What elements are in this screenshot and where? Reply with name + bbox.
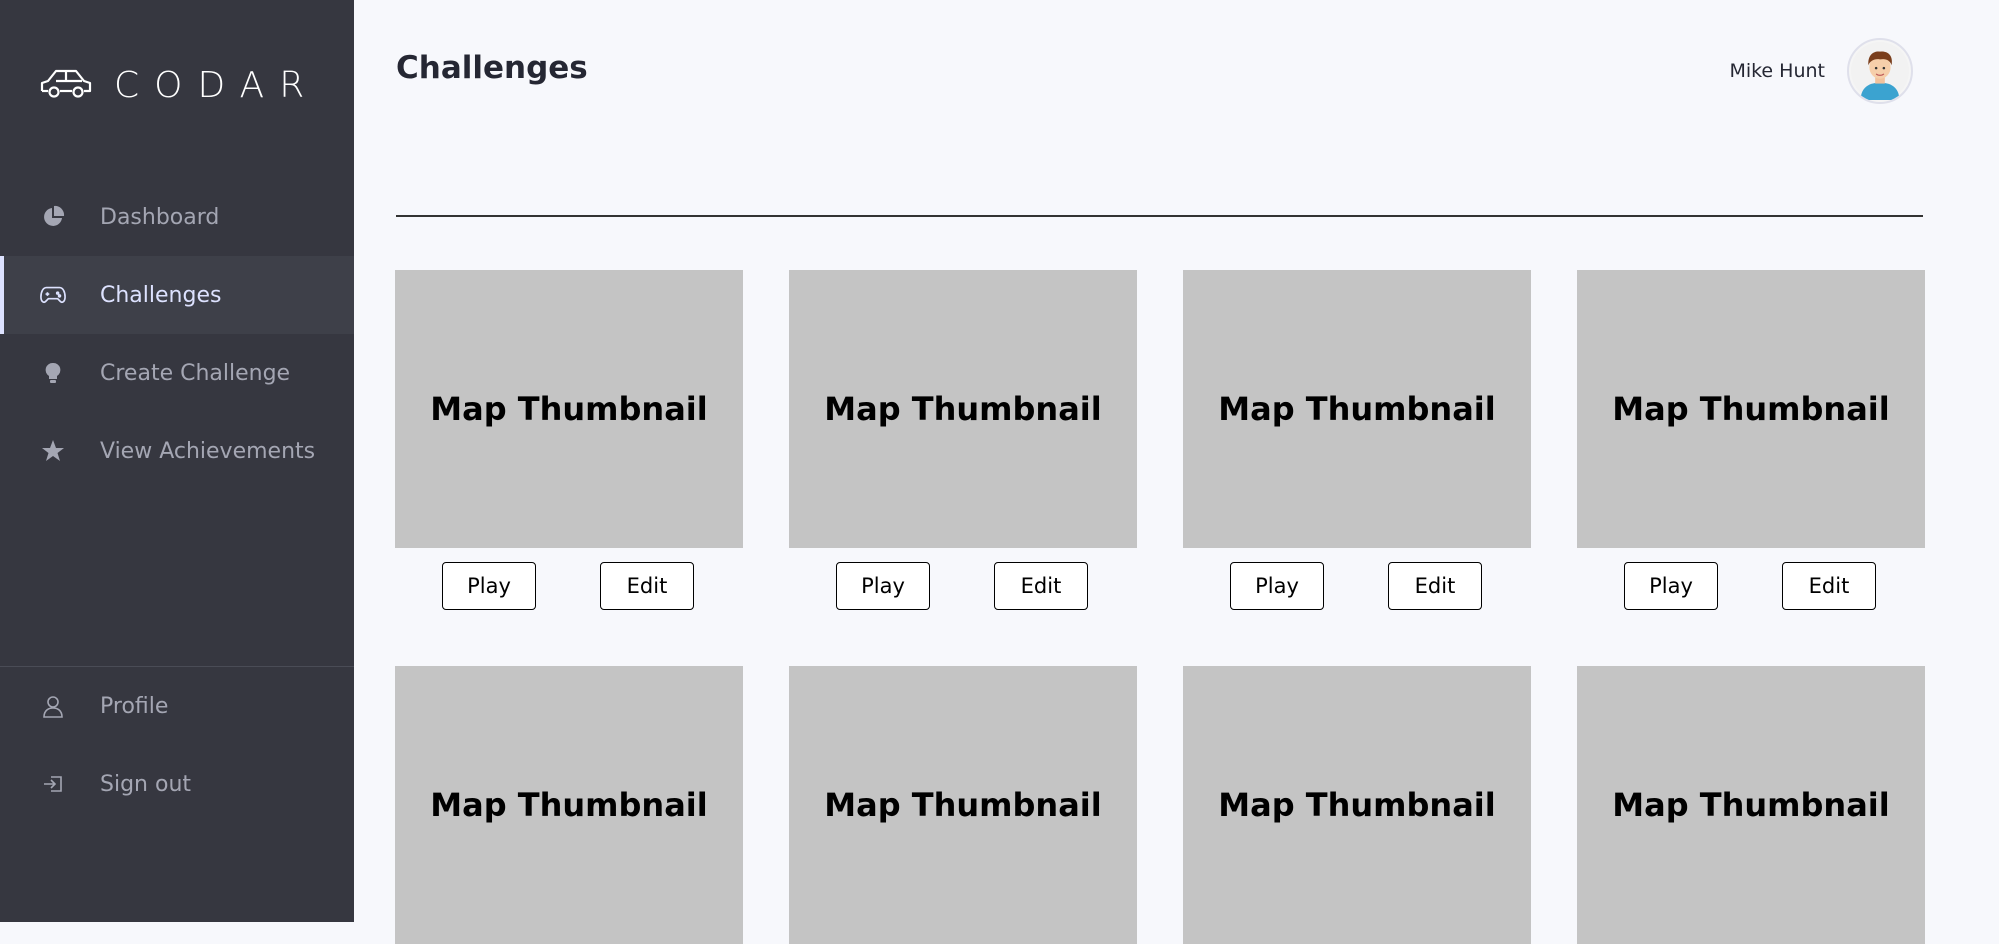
edit-button[interactable]: Edit xyxy=(600,562,694,610)
sidebar-item-challenges[interactable]: Challenges xyxy=(0,256,354,334)
sidebar-item-dashboard[interactable]: Dashboard xyxy=(0,178,354,256)
sidebar-item-create-challenge[interactable]: Create Challenge xyxy=(0,334,354,412)
sidebar-item-view-achievements[interactable]: View Achievements xyxy=(0,412,354,490)
map-thumbnail[interactable]: Map Thumbnail xyxy=(1183,270,1531,548)
sidebar-item-label: Create Challenge xyxy=(100,360,291,386)
sidebar-item-profile[interactable]: Profile xyxy=(0,667,354,745)
play-button[interactable]: Play xyxy=(1230,562,1324,610)
challenge-card: Map Thumbnail xyxy=(789,666,1137,944)
sidebar: CODAR Dashboard Challenges Create Challe… xyxy=(0,0,354,922)
play-button[interactable]: Play xyxy=(1624,562,1718,610)
challenge-card: Map Thumbnail xyxy=(1577,666,1925,944)
map-thumbnail[interactable]: Map Thumbnail xyxy=(1577,270,1925,548)
star-icon xyxy=(40,439,66,463)
sidebar-item-label: View Achievements xyxy=(100,438,316,464)
map-thumbnail[interactable]: Map Thumbnail xyxy=(395,666,743,944)
user-icon xyxy=(40,694,66,718)
car-icon xyxy=(38,63,94,107)
challenge-card: Map Thumbnail Play Edit xyxy=(1577,270,1925,610)
map-thumbnail[interactable]: Map Thumbnail xyxy=(1577,666,1925,944)
challenge-card: Map Thumbnail Play Edit xyxy=(395,270,743,610)
map-thumbnail[interactable]: Map Thumbnail xyxy=(789,270,1137,548)
sidebar-item-label: Profile xyxy=(100,693,169,719)
play-button[interactable]: Play xyxy=(442,562,536,610)
sidebar-nav: Dashboard Challenges Create Challenge Vi… xyxy=(0,178,354,490)
sidebar-item-label: Dashboard xyxy=(100,204,220,230)
page-title: Challenges xyxy=(396,50,588,86)
brand-logo[interactable]: CODAR xyxy=(38,62,319,108)
map-thumbnail[interactable]: Map Thumbnail xyxy=(789,666,1137,944)
challenge-card: Map Thumbnail Play Edit xyxy=(1183,270,1531,610)
gamepad-icon xyxy=(40,283,66,307)
edit-button[interactable]: Edit xyxy=(994,562,1088,610)
card-actions: Play Edit xyxy=(1183,548,1531,610)
challenge-card: Map Thumbnail xyxy=(395,666,743,944)
challenge-card: Map Thumbnail xyxy=(1183,666,1531,944)
sidebar-item-sign-out[interactable]: Sign out xyxy=(0,745,354,823)
map-thumbnail[interactable]: Map Thumbnail xyxy=(1183,666,1531,944)
map-thumbnail[interactable]: Map Thumbnail xyxy=(395,270,743,548)
sidebar-bottom-nav: Profile Sign out xyxy=(0,667,354,823)
pie-chart-icon xyxy=(40,205,66,229)
sidebar-item-label: Challenges xyxy=(100,282,222,308)
avatar-image xyxy=(1851,42,1909,100)
brand-name: CODAR xyxy=(114,64,320,106)
card-actions: Play Edit xyxy=(1577,548,1925,610)
card-actions: Play Edit xyxy=(395,548,743,610)
card-actions: Play Edit xyxy=(789,548,1137,610)
edit-button[interactable]: Edit xyxy=(1388,562,1482,610)
user-name: Mike Hunt xyxy=(1729,60,1825,82)
sidebar-item-label: Sign out xyxy=(100,771,192,797)
header-divider xyxy=(396,215,1923,217)
lightbulb-icon xyxy=(40,361,66,385)
edit-button[interactable]: Edit xyxy=(1782,562,1876,610)
sign-out-icon xyxy=(40,772,66,796)
challenge-card: Map Thumbnail Play Edit xyxy=(789,270,1137,610)
play-button[interactable]: Play xyxy=(836,562,930,610)
avatar[interactable] xyxy=(1847,38,1913,104)
user-menu[interactable]: Mike Hunt xyxy=(1729,38,1913,104)
